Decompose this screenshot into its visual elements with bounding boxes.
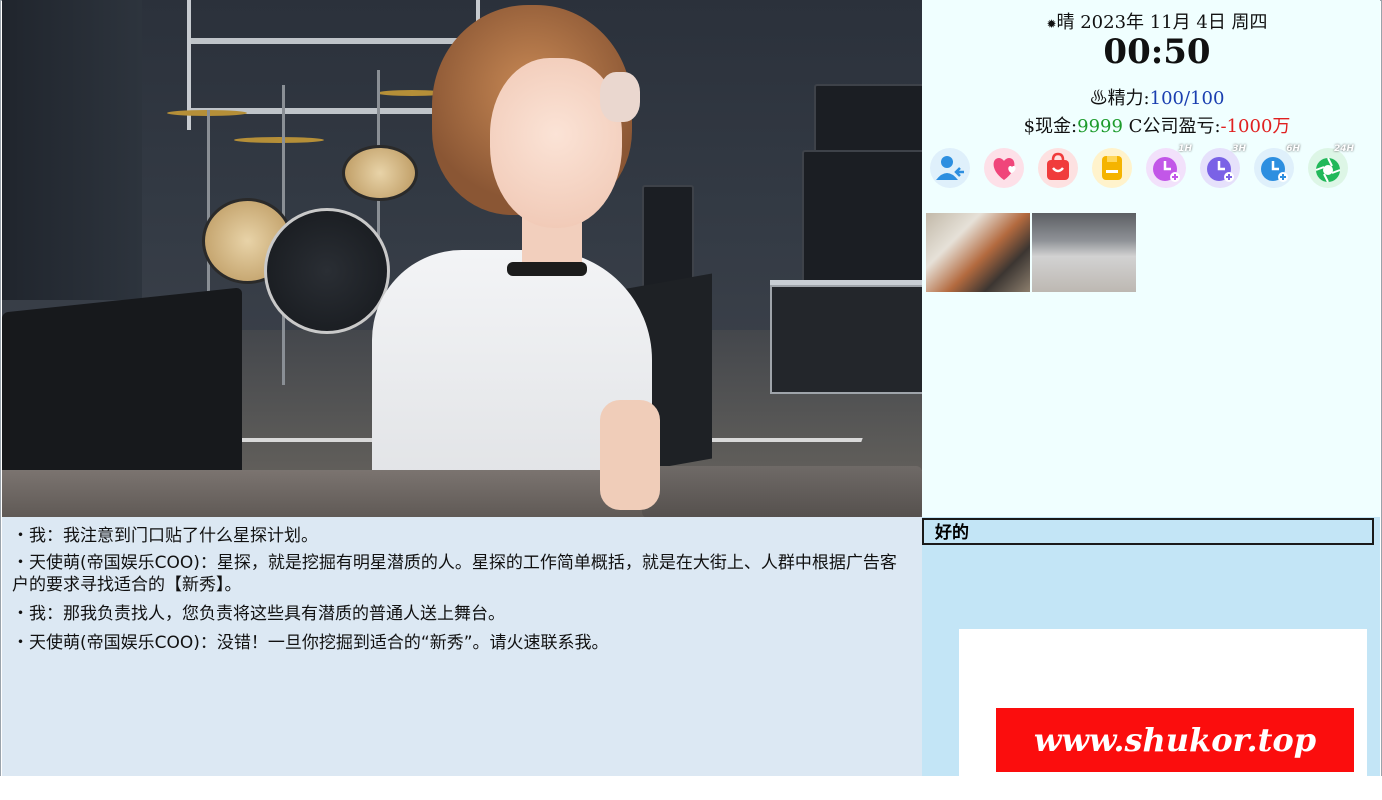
save-icon[interactable] (1092, 148, 1132, 188)
company-value: -1000万 (1220, 116, 1291, 137)
ok-choice-button[interactable]: 好的 (922, 518, 1374, 545)
dialog-line: ・天使萌(帝国娱乐COO)：星探，就是挖掘有明星潜质的人。星探的工作简单概括，就… (12, 553, 897, 595)
clock-6h-icon[interactable]: 6H (1254, 144, 1300, 188)
energy-value: 100/100 (1149, 88, 1225, 109)
mall-corridor-thumbnail[interactable] (926, 213, 1030, 292)
dialog-line: ・天使萌(帝国娱乐COO)：没错！一旦你挖掘到适合的“新秀”。请火速联系我。 (12, 633, 609, 653)
shutter-24h-icon[interactable]: 24H (1308, 144, 1354, 188)
cash-value: 9999 (1077, 116, 1123, 137)
watermark-banner: www.shukor.top (996, 708, 1354, 772)
clock-3h-icon[interactable]: 3H (1200, 144, 1246, 188)
bottom-bar (0, 776, 1382, 800)
company-label: C公司盈亏: (1128, 116, 1221, 137)
clock-3h-tag: 3H (1232, 144, 1246, 154)
date-line: ✹晴 2023年 11月 4日 周四 (922, 8, 1382, 34)
dialog-line: ・我：我注意到门口贴了什么星探计划。 (12, 526, 318, 546)
clock: 00:50 (1103, 32, 1211, 72)
clock-1h-icon[interactable]: 1H (1146, 144, 1192, 188)
status-panel: ✹晴 2023年 11月 4日 周四 00:50 ♨精力:100/100 $现金… (922, 0, 1380, 517)
dialog-log: ・我：我注意到门口贴了什么星探计划。 ・天使萌(帝国娱乐COO)：星探，就是挖掘… (2, 517, 922, 776)
clock-1h-tag: 1H (1178, 144, 1192, 154)
user-back-icon[interactable] (930, 148, 970, 188)
clock-6h-tag: 6H (1286, 144, 1300, 154)
sun-icon: ✹ (1046, 17, 1057, 31)
empty-hall-thumbnail[interactable] (1032, 213, 1136, 292)
heart-icon[interactable] (984, 148, 1024, 188)
date-text: 晴 2023年 11月 4日 周四 (1056, 12, 1268, 33)
money-line: $现金:9999 C公司盈亏:-1000万 (922, 112, 1382, 138)
cash-label: $现金: (1023, 116, 1078, 137)
scene-image (2, 0, 922, 517)
energy-line: ♨精力:100/100 (922, 84, 1382, 110)
shutter-24h-tag: 24H (1333, 144, 1354, 154)
energy-label: 精力: (1107, 88, 1150, 109)
shopping-bag-icon[interactable] (1038, 148, 1078, 188)
energy-icon: ♨ (1089, 88, 1108, 109)
dialog-line: ・我：那我负责找人，您负责将这些具有潜质的普通人送上舞台。 (12, 604, 505, 624)
